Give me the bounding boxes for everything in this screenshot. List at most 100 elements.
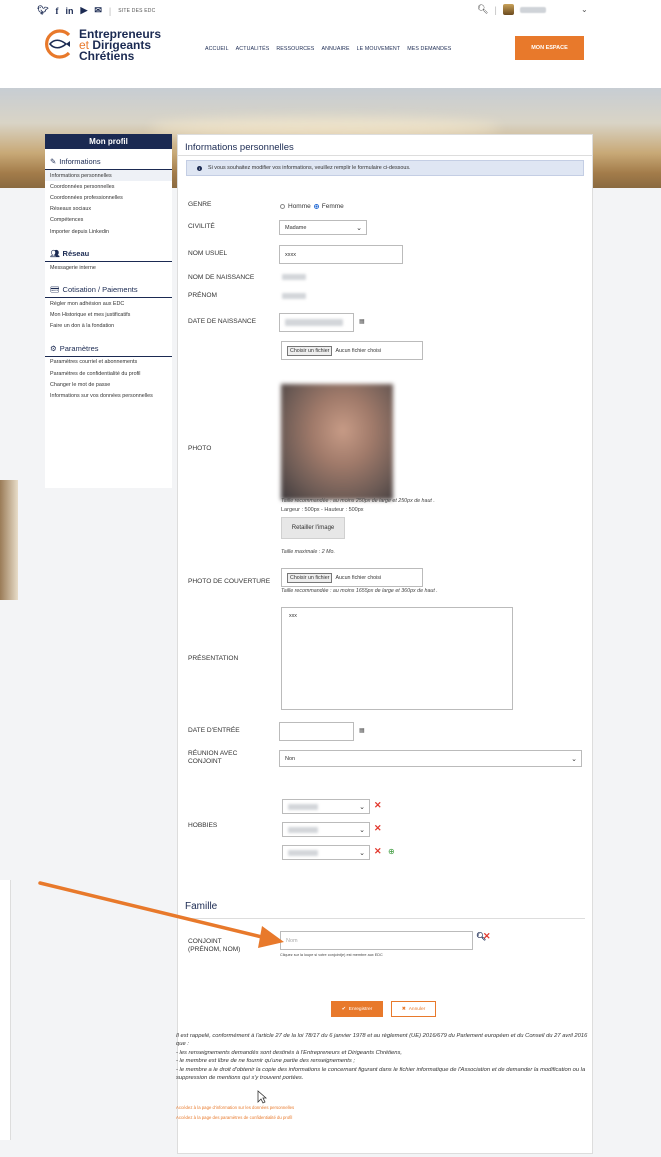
top-bar: 🐦︎ f in ▶ ✉ | SITE DES EDC 🔍︎ | ⌄ — [0, 0, 661, 23]
chevron-down-icon: ⌄ — [359, 849, 365, 857]
label-reunion-conjoint: RÉUNION AVEC CONJOINT — [188, 750, 238, 765]
prenom-value — [282, 293, 306, 299]
link-donnees-personnelles[interactable]: Accédez à la page d'information sur les … — [176, 1105, 294, 1110]
main-nav: ACCUEIL ACTUALITÉS RESSOURCES ANNUAIRE L… — [205, 46, 451, 52]
sidebar-item-historique[interactable]: Mon Historique et mes justificatifs — [45, 310, 172, 321]
edit-icon: ✎ — [50, 157, 57, 166]
sidebar-item-donnees-personnelles[interactable]: Informations sur vos données personnelle… — [45, 390, 172, 401]
label-photo: PHOTO — [188, 445, 212, 452]
photo-dimensions: Largeur : 500px - Hauteur : 500px — [281, 507, 364, 513]
user-area: 🔍︎ | — [477, 4, 546, 15]
choose-file-button[interactable]: Choisir un fichier — [287, 345, 333, 356]
sidebar-item-reseaux-sociaux[interactable]: Réseaux sociaux — [45, 204, 172, 215]
save-button[interactable]: ✔ Enregistrer — [331, 1001, 383, 1017]
label-nom-naissance: NOM DE NAISSANCE — [188, 274, 255, 281]
sidebar-title: Mon profil — [45, 134, 172, 149]
mon-espace-button[interactable]: MON ESPACE — [515, 36, 584, 60]
radio-femme[interactable] — [313, 204, 319, 209]
calendar-icon[interactable]: ▦ — [359, 318, 365, 325]
sidebar-item-coordonnees-professionnelles[interactable]: Coordonnées professionnelles — [45, 192, 172, 203]
remove-hobby-icon[interactable]: ✕ — [374, 846, 382, 857]
calendar-icon[interactable]: ▦ — [359, 727, 365, 734]
edc-logo-icon[interactable] — [44, 29, 74, 59]
sidebar-item-messagerie[interactable]: Messagerie interne — [45, 262, 172, 273]
presentation-textarea[interactable]: xxx — [281, 607, 513, 710]
civilite-select[interactable]: Madame ⌄ — [279, 220, 367, 235]
nom-naissance-value — [282, 274, 306, 280]
label-date-entree: DATE D'ENTRÉE — [188, 727, 240, 734]
sidebar-item-coordonnees-personnelles[interactable]: Coordonnées personnelles — [45, 181, 172, 192]
label-photo-couverture: PHOTO DE COUVERTURE — [188, 578, 271, 585]
money-icon: 💳︎ — [50, 285, 60, 295]
reunion-conjoint-select[interactable]: Non ⌄ — [279, 750, 582, 767]
search-icon[interactable]: 🔍︎ — [477, 4, 488, 15]
conjoint-input[interactable]: Nom — [280, 931, 473, 950]
label-conjoint: CONJOINT (PRÉNOM, NOM) — [188, 938, 241, 953]
nav-accueil[interactable]: ACCUEIL — [205, 46, 229, 52]
photo-file-input[interactable]: Choisir un fichier Aucun fichier choisi — [281, 341, 423, 360]
sidebar-item-changer-mot-de-passe[interactable]: Changer le mot de passe — [45, 379, 172, 390]
sidebar-section-reseau[interactable]: 👥︎ Réseau — [45, 245, 172, 263]
date-entree-input[interactable] — [279, 722, 354, 741]
hobby-select-2[interactable]: ⌄ — [282, 822, 370, 837]
add-hobby-icon[interactable]: ⊕ — [388, 847, 395, 856]
sidebar-section-informations[interactable]: ✎ Informations — [45, 153, 172, 170]
chevron-down-icon: ⌄ — [359, 826, 365, 834]
user-name[interactable] — [519, 6, 546, 13]
sidebar-item-parametres-confidentialite[interactable]: Paramètres de confidentialité du profil — [45, 368, 172, 379]
conjoint-note: Cliquez sur la loupe si votre conjoint(e… — [280, 953, 383, 957]
sidebar-item-importer-linkedin[interactable]: Importer depuis Linkedin — [45, 226, 172, 237]
chevron-down-icon: ⌄ — [571, 755, 577, 763]
clear-conjoint-icon[interactable]: ✕ — [483, 931, 491, 942]
cover-size-hint: Taille recommandée : au moins 1655px de … — [281, 588, 438, 594]
nav-ressources[interactable]: RESSOURCES — [276, 46, 314, 52]
hobby-select-1[interactable]: ⌄ — [282, 799, 370, 814]
check-icon: ✔ — [341, 1006, 346, 1012]
mail-icon[interactable]: ✉ — [94, 5, 102, 16]
site-link[interactable]: SITE DES EDC — [118, 8, 155, 14]
date-naissance-input[interactable] — [279, 313, 354, 332]
info-message: i Si vous souhaitez modifier vos informa… — [186, 160, 584, 176]
retail-image-button[interactable]: Retailler l'image — [281, 517, 345, 539]
label-civilite: CIVILITÉ — [188, 223, 215, 230]
hobby-select-3[interactable]: ⌄ — [282, 845, 370, 860]
link-parametres-confidentialite[interactable]: Accédez à la page des paramètres de conf… — [176, 1115, 292, 1120]
twitter-icon[interactable]: 🐦︎ — [37, 5, 48, 16]
cover-file-input[interactable]: Choisir un fichier Aucun fichier choisi — [281, 568, 423, 587]
chevron-down-icon: ⌄ — [356, 224, 362, 232]
sidebar-item-regler-adhesion[interactable]: Régler mon adhésion aux EDC — [45, 298, 172, 309]
cancel-button[interactable]: ✖ Annuler — [391, 1001, 436, 1017]
youtube-icon[interactable]: ▶ — [80, 5, 87, 16]
famille-heading: Famille — [185, 901, 218, 912]
linkedin-icon[interactable]: in — [65, 6, 73, 16]
nav-le-mouvement[interactable]: LE MOUVEMENT — [357, 46, 401, 52]
radio-homme[interactable] — [280, 204, 285, 209]
sidebar-section-parametres[interactable]: ⚙ Paramètres — [45, 340, 172, 357]
remove-hobby-icon[interactable]: ✕ — [374, 800, 382, 811]
sidebar-section-cotisation[interactable]: 💳︎ Cotisation / Paiements — [45, 281, 172, 299]
label-prenom: PRÉNOM — [188, 292, 217, 299]
label-genre: GENRE — [188, 201, 212, 208]
profile-photo — [281, 384, 393, 500]
sidebar-item-parametres-courriel[interactable]: Paramètres courriel et abonnements — [45, 357, 172, 368]
sidebar-item-don[interactable]: Faire un don à la fondation — [45, 321, 172, 332]
brand-name[interactable]: Entrepreneurs et Dirigeants Chrétiens — [79, 28, 161, 62]
nom-usuel-input[interactable]: xxxx — [279, 245, 403, 264]
legal-notice: Il est rappelé, conformément à l'article… — [176, 1033, 588, 1082]
choose-file-button[interactable]: Choisir un fichier — [287, 572, 333, 583]
mouse-cursor-icon — [257, 1090, 267, 1104]
background-panel — [0, 880, 11, 1140]
remove-hobby-icon[interactable]: ✕ — [374, 823, 382, 834]
avatar[interactable] — [502, 4, 514, 15]
chevron-down-icon[interactable]: ⌄ — [581, 5, 588, 14]
chevron-down-icon: ⌄ — [359, 803, 365, 811]
users-icon: 👥︎ — [50, 249, 60, 259]
sidebar-item-competences[interactable]: Compétences — [45, 215, 172, 226]
nav-actualites[interactable]: ACTUALITÉS — [236, 46, 270, 52]
close-icon: ✖ — [401, 1006, 406, 1012]
nav-mes-demandes[interactable]: MES DEMANDES — [407, 46, 451, 52]
sidebar-item-informations-personnelles[interactable]: Informations personnelles — [45, 170, 172, 182]
facebook-icon[interactable]: f — [55, 6, 58, 16]
nav-annuaire[interactable]: ANNUAIRE — [321, 46, 349, 52]
profile-sidebar: Mon profil ✎ Informations Informations pe… — [45, 134, 172, 488]
